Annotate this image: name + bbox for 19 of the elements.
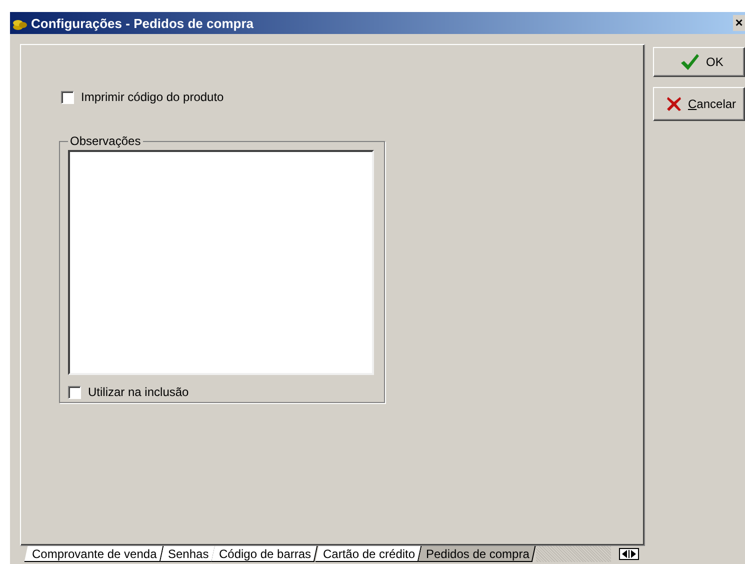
tab[interactable]: Cartão de crédito	[314, 546, 422, 562]
checkbox-label: Utilizar na inclusão	[88, 385, 189, 399]
tab[interactable]: Senhas	[160, 546, 216, 562]
left-right-arrows-icon	[622, 550, 636, 558]
x-icon	[666, 96, 682, 112]
close-button[interactable]: ×	[733, 15, 745, 31]
checkmark-icon	[680, 53, 700, 71]
checkbox[interactable]	[61, 90, 74, 104]
window-title: Configurações - Pedidos de compra	[31, 16, 254, 30]
checkbox[interactable]	[68, 386, 81, 398]
tab[interactable]: Código de barras	[212, 546, 318, 562]
ok-button[interactable]: OK	[653, 47, 745, 77]
cancel-button[interactable]: Cancelar	[653, 87, 745, 121]
tab[interactable]: Comprovante de venda	[24, 546, 164, 562]
tab[interactable]: Pedidos de compra	[418, 546, 536, 562]
checkbox-label: Imprimir código do produto	[81, 90, 224, 104]
tab-scroll-button[interactable]	[619, 548, 639, 560]
observations-field[interactable]	[68, 150, 374, 375]
group-label: Observações	[69, 134, 142, 148]
